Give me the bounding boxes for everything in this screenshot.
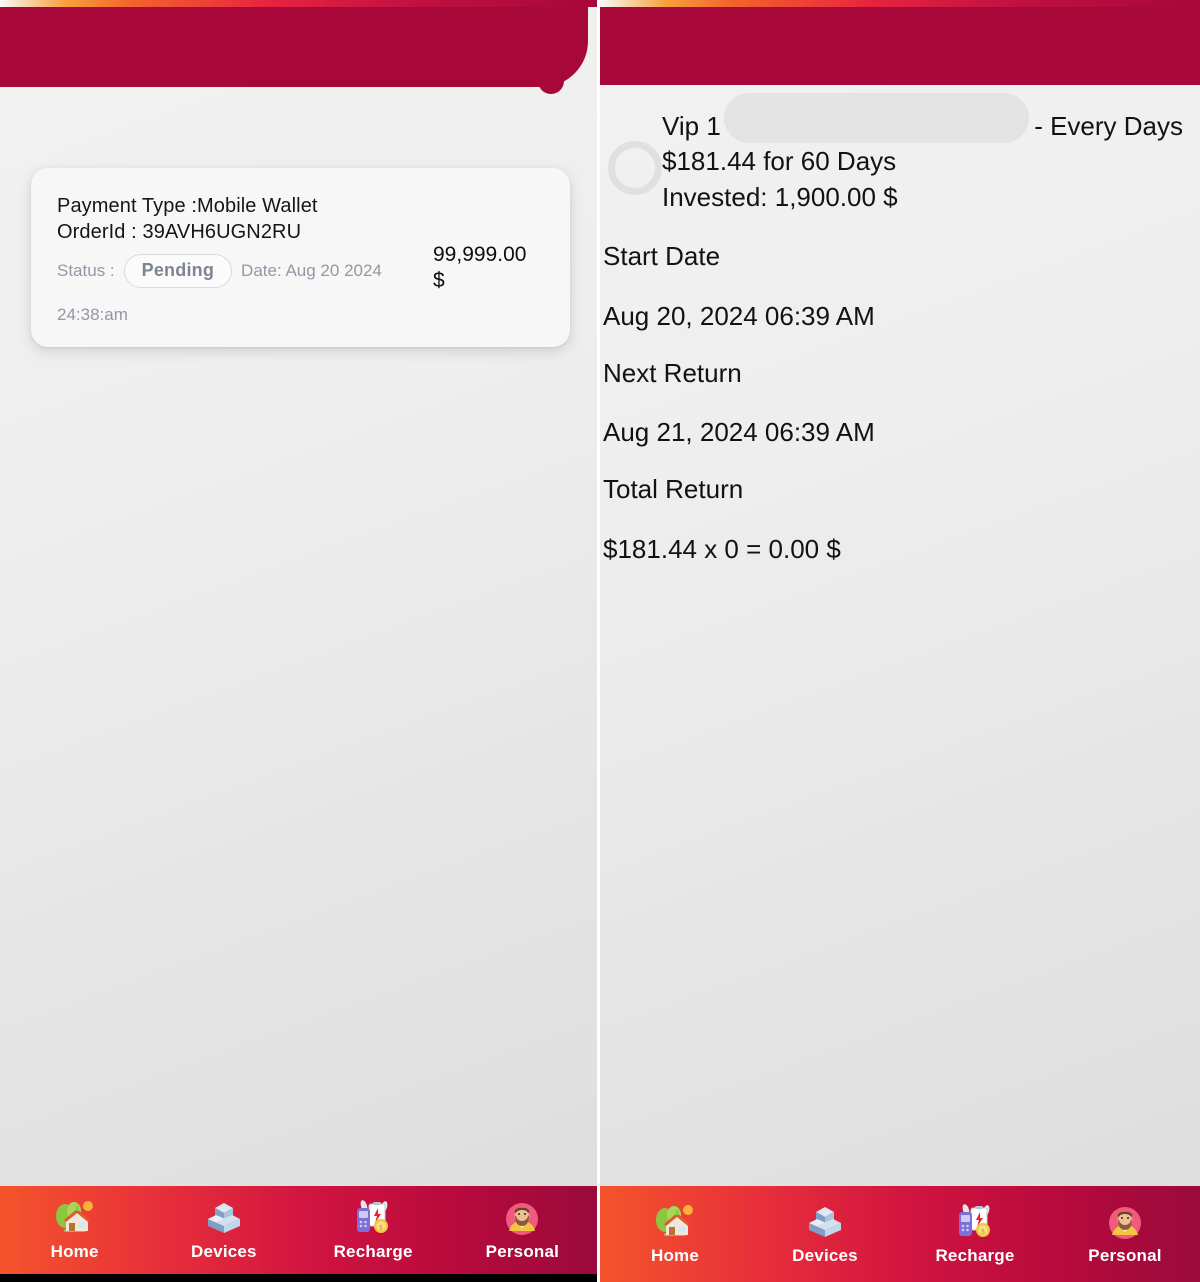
- plan-frequency: - Every Days: [1034, 111, 1183, 142]
- left-top-accent-strip: [0, 0, 597, 7]
- right-bottom-nav: Home Devices: [600, 1186, 1200, 1282]
- start-date-label: Start Date: [603, 240, 1200, 274]
- nav-item-devices-right[interactable]: Devices: [750, 1203, 900, 1266]
- transaction-card-body: Payment Type :Mobile Wallet OrderId : 39…: [57, 194, 546, 325]
- next-return-value: Aug 21, 2024 06:39 AM: [603, 416, 1200, 450]
- nav-label-personal-right: Personal: [1088, 1246, 1161, 1266]
- status-label: Status :: [57, 261, 115, 281]
- right-content-area: Vip 1 - Every Days $181.44 for 60 Days I…: [600, 85, 1200, 1186]
- nav-item-home-right[interactable]: Home: [600, 1203, 750, 1266]
- nav-item-recharge-right[interactable]: $ Recharge: [900, 1203, 1050, 1266]
- plan-invested-line: Invested: 1,900.00 $: [662, 180, 1200, 216]
- home-icon: [653, 1203, 697, 1243]
- left-panel: Payment Type :Mobile Wallet OrderId : 39…: [0, 0, 597, 1282]
- plan-details: Start Date Aug 20, 2024 06:39 AM Next Re…: [600, 240, 1200, 567]
- transaction-card[interactable]: Payment Type :Mobile Wallet OrderId : 39…: [31, 168, 570, 347]
- nav-item-devices[interactable]: Devices: [149, 1199, 298, 1262]
- left-header-bar: [0, 0, 588, 87]
- svg-text:$: $: [981, 1227, 985, 1235]
- next-return-label: Next Return: [603, 357, 1200, 391]
- nav-label-home-right: Home: [651, 1246, 699, 1266]
- nav-label-personal: Personal: [486, 1242, 559, 1262]
- nav-label-home: Home: [51, 1242, 99, 1262]
- nav-item-home[interactable]: Home: [0, 1199, 149, 1262]
- nav-label-devices: Devices: [191, 1242, 257, 1262]
- nav-label-recharge-right: Recharge: [935, 1246, 1014, 1266]
- devices-box-icon: [803, 1203, 847, 1243]
- start-date-value: Aug 20, 2024 06:39 AM: [603, 300, 1200, 334]
- right-panel: Vip 1 - Every Days $181.44 for 60 Days I…: [600, 0, 1200, 1282]
- recharge-phone-coin-icon: $: [351, 1199, 395, 1239]
- payment-type-text: Payment Type :Mobile Wallet: [57, 194, 546, 220]
- total-return-label: Total Return: [603, 473, 1200, 507]
- transaction-date: Date: Aug 20 2024: [241, 261, 382, 281]
- plan-summary: Vip 1 - Every Days $181.44 for 60 Days I…: [600, 85, 1200, 217]
- left-content-area: Payment Type :Mobile Wallet OrderId : 39…: [0, 87, 597, 1186]
- recharge-phone-coin-icon: $: [953, 1203, 997, 1243]
- plan-price-line: $181.44 for 60 Days: [662, 144, 1200, 180]
- right-header-bar: [600, 0, 1200, 85]
- dual-panel-screenshot: Payment Type :Mobile Wallet OrderId : 39…: [0, 0, 1200, 1282]
- home-icon: [53, 1199, 97, 1239]
- plan-title-row: Vip 1 - Every Days: [600, 102, 1200, 144]
- left-bottom-nav: Home Devices: [0, 1186, 597, 1274]
- nav-label-devices-right: Devices: [792, 1246, 858, 1266]
- plan-loading-ring-icon: [608, 141, 662, 195]
- right-top-accent-strip: [600, 0, 1200, 7]
- status-badge: Pending: [124, 254, 232, 288]
- transaction-time: 24:38:am: [57, 305, 546, 325]
- transaction-amount: 99,999.00 $: [433, 242, 543, 293]
- nav-item-personal-right[interactable]: Personal: [1050, 1203, 1200, 1266]
- svg-text:$: $: [379, 1223, 383, 1231]
- left-bottom-black-bar: [0, 1274, 597, 1282]
- nav-item-personal[interactable]: Personal: [448, 1199, 597, 1262]
- devices-box-icon: [202, 1199, 246, 1239]
- personal-avatar-icon: [1103, 1203, 1147, 1243]
- personal-avatar-icon: [500, 1199, 544, 1239]
- nav-item-recharge[interactable]: $ Recharge: [299, 1199, 448, 1262]
- nav-label-recharge: Recharge: [334, 1242, 413, 1262]
- plan-title: Vip 1: [662, 111, 721, 142]
- total-return-value: $181.44 x 0 = 0.00 $: [603, 533, 1200, 567]
